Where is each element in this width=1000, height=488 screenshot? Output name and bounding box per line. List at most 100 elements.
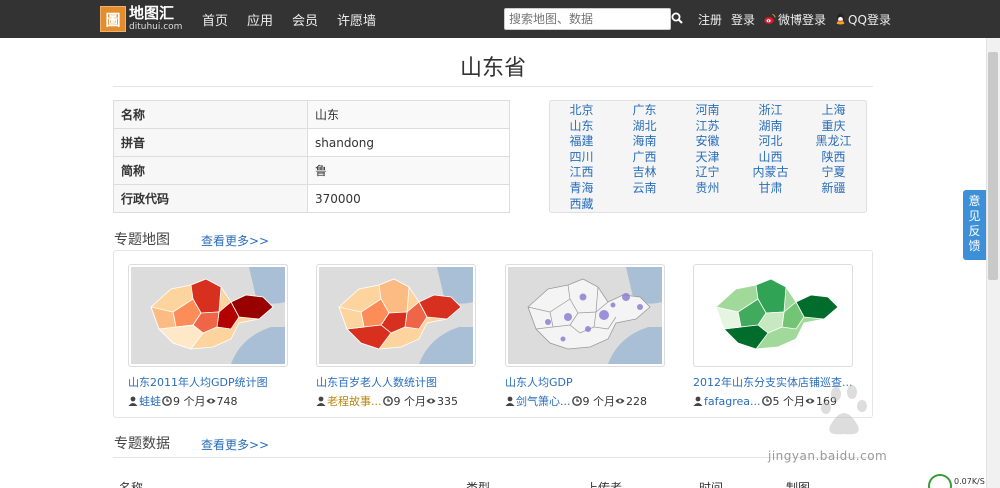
search-input[interactable] xyxy=(504,8,671,30)
province-link[interactable]: 青海 xyxy=(550,181,613,197)
speed-value: 0.07K/S xyxy=(954,476,985,486)
eye-icon xyxy=(206,398,215,404)
province-link[interactable]: 吉林 xyxy=(613,165,676,181)
province-link[interactable]: 湖南 xyxy=(739,119,802,135)
nav-home[interactable]: 首页 xyxy=(202,10,228,29)
province-link[interactable]: 西藏 xyxy=(550,197,613,213)
site-logo[interactable]: 圖 地图汇 dituhui.com xyxy=(100,5,182,33)
feedback-char: 意 xyxy=(968,194,981,208)
speed-ring-icon xyxy=(928,474,952,488)
data-section-divider xyxy=(113,457,873,458)
province-link[interactable]: 海南 xyxy=(613,134,676,150)
map-thumbnail[interactable] xyxy=(693,264,853,367)
map-meta: 老程故事... 9 个月 335 xyxy=(316,393,506,409)
province-link[interactable]: 甘肃 xyxy=(739,181,802,197)
map-views: 228 xyxy=(626,394,647,408)
login-link[interactable]: 登录 xyxy=(731,11,755,28)
scrollbar-thumb[interactable] xyxy=(988,52,998,280)
province-link[interactable]: 云南 xyxy=(613,181,676,197)
nav-wishwall[interactable]: 许愿墙 xyxy=(337,10,376,29)
province-link[interactable]: 内蒙古 xyxy=(739,165,802,181)
province-link[interactable]: 北京 xyxy=(550,103,613,119)
clock-icon xyxy=(382,396,393,406)
column-header-uploader[interactable]: 上传者 xyxy=(586,479,622,488)
qq-icon xyxy=(836,13,845,25)
column-header-type[interactable]: 类型 xyxy=(466,479,490,488)
weibo-login[interactable]: 微博登录 xyxy=(764,11,826,28)
province-link[interactable]: 广东 xyxy=(613,103,676,119)
eye-icon xyxy=(615,398,625,404)
province-link[interactable]: 黑龙江 xyxy=(802,134,865,150)
search-icon[interactable] xyxy=(671,12,683,24)
province-link[interactable]: 江西 xyxy=(550,165,613,181)
feedback-tab[interactable]: 意见反馈 xyxy=(963,190,986,260)
province-link[interactable]: 山西 xyxy=(739,150,802,166)
info-value: 鲁 xyxy=(307,156,510,185)
map-thumbnail[interactable] xyxy=(505,264,665,367)
qq-login[interactable]: QQ登录 xyxy=(835,11,891,28)
map-thumbnail[interactable] xyxy=(128,264,288,367)
column-header-time[interactable]: 时间 xyxy=(699,479,723,488)
province-link[interactable]: 安徽 xyxy=(676,134,739,150)
table-row: 简称 鲁 xyxy=(113,156,510,185)
province-link[interactable]: 陕西 xyxy=(802,150,865,166)
nav-apps[interactable]: 应用 xyxy=(247,10,273,29)
page-title: 山东省 xyxy=(459,56,526,81)
map-title-link[interactable]: 山东人均GDP xyxy=(505,374,665,390)
map-card[interactable]: 山东百岁老人人数统计图 老程故事... 9 个月 335 xyxy=(316,264,506,409)
province-link[interactable]: 河南 xyxy=(676,103,739,119)
info-value: shandong xyxy=(307,128,510,157)
province-link[interactable]: 天津 xyxy=(676,150,739,166)
province-link[interactable]: 江苏 xyxy=(676,119,739,135)
column-header-mapping[interactable]: 制图 xyxy=(786,479,810,488)
user-icon xyxy=(316,396,326,406)
map-author[interactable]: 蛙蛙 xyxy=(139,393,161,409)
province-grid: 北京 广东 河南 浙江 上海山东 湖北 江苏 湖南 重庆福建 海南 安徽 河北 黑龙江四川 广西 天津 山西陕… xyxy=(550,103,866,212)
network-speed-widget: 0.07K/S xyxy=(928,474,986,488)
map-author[interactable]: 剑气箫心... xyxy=(516,393,571,409)
eye-icon xyxy=(426,398,436,404)
province-link[interactable]: 广西 xyxy=(613,150,676,166)
info-key: 拼音 xyxy=(113,128,308,157)
province-link[interactable]: 辽宁 xyxy=(676,165,739,181)
province-link[interactable]: 河北 xyxy=(739,134,802,150)
province-link[interactable]: 湖北 xyxy=(613,119,676,135)
province-link[interactable]: 福建 xyxy=(550,134,613,150)
map-card[interactable]: 山东2011年人均GDP统计图 蛙蛙 9 个月 748 xyxy=(128,264,318,409)
province-link[interactable]: 上海 xyxy=(802,103,865,119)
province-link[interactable]: 四川 xyxy=(550,150,613,166)
province-link[interactable]: 新疆 xyxy=(802,181,865,197)
map-meta: 剑气箫心... 9 个月 228 xyxy=(505,393,695,409)
province-link[interactable]: 宁夏 xyxy=(802,165,865,181)
main-nav: 首页 应用 会员 许愿墙 xyxy=(202,0,395,38)
map-title-link[interactable]: 山东2011年人均GDP统计图 xyxy=(128,374,288,390)
map-thumbnail[interactable] xyxy=(316,264,476,367)
register-link[interactable]: 注册 xyxy=(698,11,722,28)
province-link[interactable]: 贵州 xyxy=(676,181,739,197)
nav-members[interactable]: 会员 xyxy=(292,10,318,29)
map-title-link[interactable]: 山东百岁老人人数统计图 xyxy=(316,374,476,390)
map-author[interactable]: fafagrea... xyxy=(704,395,761,408)
map-card[interactable]: 山东人均GDP 剑气箫心... 9 个月 228 xyxy=(505,264,695,409)
account-links: 注册 登录 微博登录 QQ登录 xyxy=(698,0,900,38)
data-more-link[interactable]: 查看更多>> xyxy=(201,436,269,453)
province-link[interactable]: 浙江 xyxy=(739,103,802,119)
province-link[interactable]: 重庆 xyxy=(802,119,865,135)
map-author[interactable]: 老程故事... xyxy=(327,393,382,409)
watermark-url: jingyan.baidu.com xyxy=(768,449,888,463)
logo-title: 地图汇 xyxy=(129,4,175,22)
weibo-icon xyxy=(764,14,776,24)
column-header-name[interactable]: 名称 xyxy=(119,479,143,488)
province-link[interactable]: 山东 xyxy=(550,119,613,135)
maps-more-link[interactable]: 查看更多>> xyxy=(201,232,269,249)
map-meta: 蛙蛙 9 个月 748 xyxy=(128,393,318,409)
info-value: 370000 xyxy=(307,184,510,213)
data-section-title: 专题数据 xyxy=(114,436,170,452)
map-age: 9 个月 xyxy=(582,395,616,408)
map-views: 748 xyxy=(216,394,238,408)
info-key: 名称 xyxy=(113,100,308,129)
feedback-char: 馈 xyxy=(968,239,981,253)
map-views: 335 xyxy=(437,394,458,408)
choropleth-map-image xyxy=(696,267,850,364)
logo-domain: dituhui.com xyxy=(129,22,183,32)
